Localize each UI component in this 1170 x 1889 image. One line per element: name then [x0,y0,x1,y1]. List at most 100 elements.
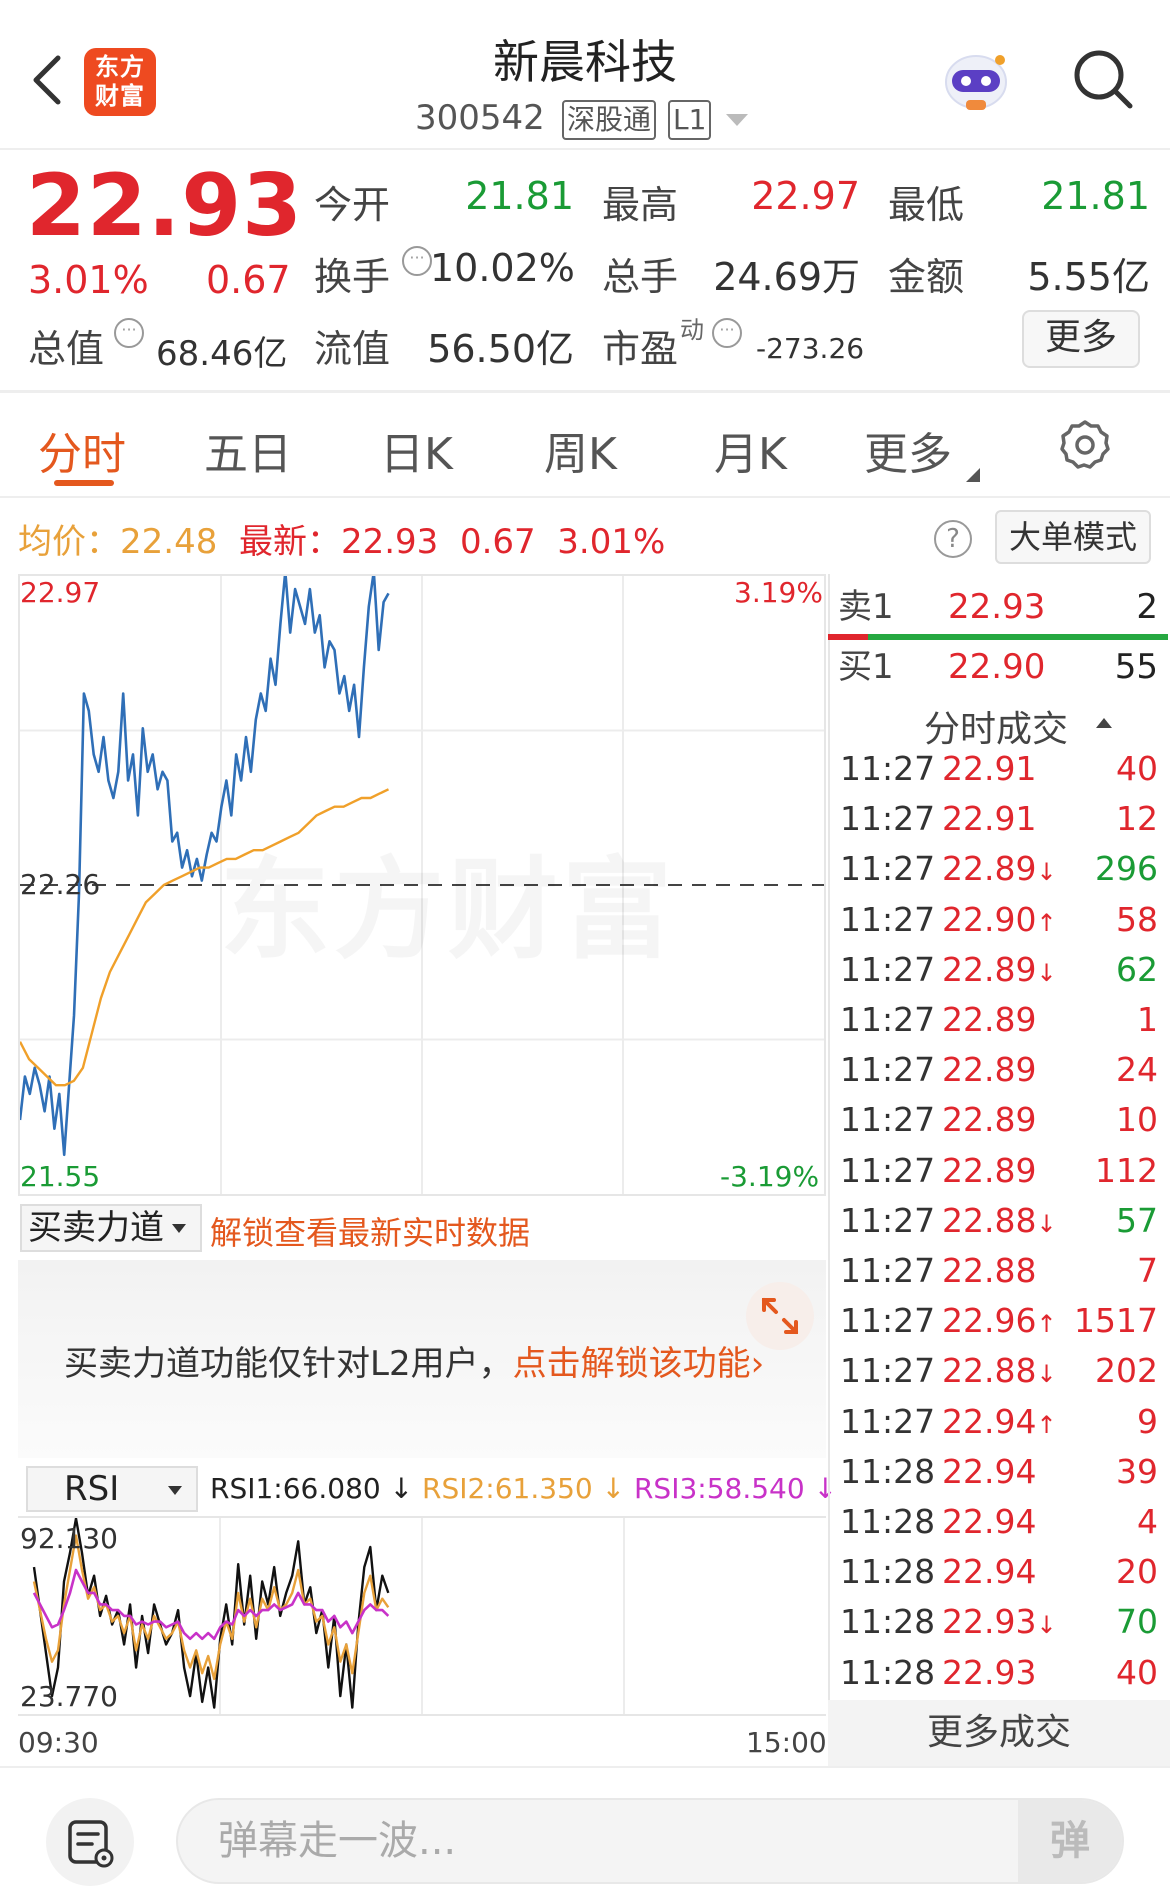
trade-time: 11:27 [840,799,936,839]
corner-triangle-icon [966,468,980,482]
pct-axis-max: 3.19% [734,576,823,609]
pe-info-icon[interactable]: ··· [712,318,742,348]
indicator-select-bsf[interactable]: 买卖力道 [20,1204,202,1252]
rsi-axis-max: 92.130 [20,1522,118,1555]
trade-volume: 1 [1137,1000,1158,1039]
trade-row: 11:28 22.93↓ 70 [840,1597,1158,1647]
arrow-up-icon: ↑ [1036,1410,1057,1439]
trade-row: 11:27 22.91 40 [840,744,1158,794]
arrow-up-icon: ↑ [1036,1310,1057,1339]
label-float-cap: 流值 [314,327,391,371]
trade-volume: 9 [1137,1401,1158,1441]
trade-price: 22.91 [942,749,1037,788]
trade-volume: 57 [1116,1200,1158,1240]
arrow-down-icon: ↓ [1036,1209,1057,1238]
label-turnover: 换手 [314,255,391,299]
trade-price: 22.94 [942,1502,1037,1541]
label-pe-dynamic: 动 [680,316,704,344]
trade-row: 11:28 22.94 39 [840,1447,1158,1497]
trade-row: 11:27 22.89↓ 62 [840,945,1158,995]
trade-volume: 70 [1116,1602,1158,1642]
note-button[interactable] [46,1798,134,1886]
app-logo[interactable]: 东方财富 [84,48,156,116]
trade-row: 11:27 22.88 7 [840,1246,1158,1296]
tab-daily-k[interactable]: 日K [380,418,453,482]
search-button[interactable] [1070,46,1136,112]
trade-volume: 39 [1116,1451,1158,1491]
stock-code: 300542 [415,98,545,138]
rsi-chart[interactable] [18,1516,826,1716]
rsi2-line-series [32,1534,390,1681]
back-button[interactable] [26,50,70,110]
arrow-down-icon: ↓ [1036,858,1057,887]
trade-volume: 58 [1116,899,1158,939]
trade-price: 22.94↑ [942,1401,1057,1441]
pct-axis-min: -3.19% [720,1160,820,1193]
chart-settings-button[interactable] [1058,418,1112,472]
tab-five-day[interactable]: 五日 [204,418,292,482]
stock-switch-caret-icon[interactable] [726,114,748,126]
expand-button[interactable] [746,1282,814,1350]
big-order-mode-button[interactable]: 大单模式 [995,510,1151,564]
label-low: 最低 [888,183,965,227]
more-trades-button[interactable]: 更多成交 [828,1700,1170,1766]
trade-row: 11:28 22.94 4 [840,1497,1158,1547]
trade-volume: 12 [1116,799,1158,839]
trade-row: 11:27 22.94↑ 9 [840,1397,1158,1447]
danmaku-input[interactable]: 弹幕走一波... [176,1798,1124,1884]
trade-time: 11:27 [840,1100,936,1140]
market-cap-info-icon[interactable]: ··· [114,318,144,348]
trade-time: 11:28 [840,1451,936,1491]
trade-row: 11:27 22.89 24 [840,1045,1158,1095]
trade-price: 22.89↓ [942,849,1057,889]
trade-price: 22.88↓ [942,1200,1057,1240]
trade-time: 11:27 [840,849,936,889]
tab-more[interactable]: 更多 [864,418,980,482]
bsf-unlock-link[interactable]: 解锁查看最新实时数据 [210,1208,530,1254]
indicator-select-rsi[interactable]: RSI [26,1466,198,1512]
trade-volume: 4 [1137,1502,1158,1541]
rsi-axis-min: 23.770 [20,1680,118,1713]
trade-row: 11:27 22.89↓ 296 [840,844,1158,894]
tab-monthly-k[interactable]: 月K [714,418,787,482]
sell-strength-bar [828,634,868,640]
rsi1-value: RSI1:66.080 ↓ [210,1472,414,1505]
chevron-left-icon [33,55,61,105]
trade-volume: 296 [1095,849,1158,889]
dropdown-caret-icon [168,1486,182,1495]
value-market-cap: 68.46亿 [156,334,288,374]
divider [0,390,1170,393]
trade-row: 11:27 22.90↑ 58 [840,895,1158,945]
trade-row: 11:28 22.93 40 [840,1648,1158,1698]
more-quote-button[interactable]: 更多 [1022,310,1140,368]
robot-icon [945,55,1007,110]
danmaku-send-button[interactable]: 弹 [1018,1800,1122,1882]
trade-price: 22.96↑ [942,1301,1057,1341]
change-percent: 3.01% [28,258,149,302]
trade-time: 11:27 [840,749,936,788]
sort-caret-up-icon[interactable] [1096,718,1112,728]
tab-intraday[interactable]: 分时 [38,418,126,482]
divider [0,496,1170,498]
trade-time: 11:27 [840,1401,936,1441]
turnover-info-icon[interactable]: ··· [402,246,432,276]
trade-time: 11:27 [840,1150,936,1190]
tab-weekly-k[interactable]: 周K [544,418,617,482]
trade-price: 22.91 [942,799,1037,839]
trade-price: 22.89 [942,1150,1037,1190]
assistant-robot-button[interactable] [938,48,1014,118]
arrow-up-icon: ↑ [1036,908,1057,937]
trade-row: 11:28 22.94 20 [840,1547,1158,1597]
orderbook-buy-1: 买1 22.90 55 [828,642,1158,692]
trade-time: 11:27 [840,1200,936,1240]
y-axis-max: 22.97 [20,576,101,609]
help-icon[interactable]: ? [934,520,972,558]
tag-shenzhen-connect: 深股通 [562,100,657,140]
trade-price: 22.94 [942,1451,1037,1491]
trade-volume: 7 [1137,1251,1158,1290]
bsf-unlock-feature-link[interactable]: 点击解锁该功能› [513,1344,765,1384]
avg-price-label: 均价： [18,522,120,562]
sell-1-volume: 2 [1136,587,1158,627]
trade-time: 11:27 [840,899,936,939]
trade-price: 22.90↑ [942,899,1057,939]
